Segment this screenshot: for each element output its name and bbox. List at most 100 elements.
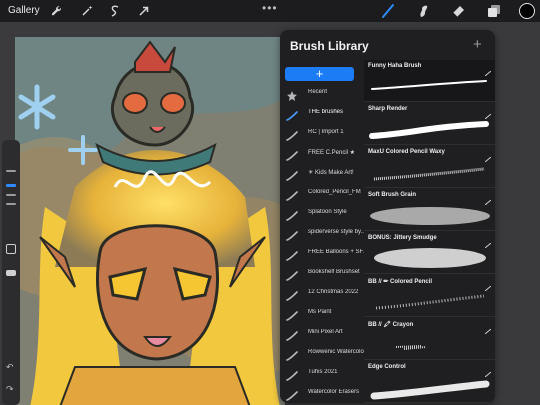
- procreate-app: Gallery ••• ↶ ↷ Brush Library + + Recent…: [0, 0, 540, 405]
- opacity-thumb[interactable]: [6, 270, 16, 276]
- brush-list: Funny Haha Brush Sharp Render MaxU Colored…: [364, 60, 495, 403]
- brush-set-icon: [286, 208, 298, 221]
- brush-stroke-preview: [366, 331, 492, 357]
- brush-item[interactable]: BB // 🖍 Crayon: [364, 318, 495, 360]
- brush-set-icon: [286, 368, 298, 381]
- brush-mini-stroke-icon: [484, 63, 492, 77]
- brush-name: BB // ✏ Colored Pencil: [368, 279, 433, 285]
- brush-set-item[interactable]: THE brushes: [280, 103, 364, 124]
- brush-library-title: Brush Library: [290, 39, 369, 53]
- brush-set-label: FREE Balloons + SFX: [308, 249, 364, 255]
- top-toolbar: Gallery •••: [0, 0, 540, 22]
- brush-size-slider[interactable]: ↶ ↷: [2, 140, 20, 405]
- brush-set-item[interactable]: 12 Christmas 2022: [280, 283, 364, 304]
- brush-set-label: Splatoon Style: [308, 209, 347, 215]
- brush-set-item[interactable]: Colored_Pencil_FM: [280, 183, 364, 204]
- color-picker-swatch[interactable]: [519, 3, 535, 19]
- brush-set-icon: [286, 348, 298, 361]
- undo-icon[interactable]: ↶: [6, 362, 14, 373]
- star-icon: [286, 88, 298, 101]
- brush-library-panel: Brush Library + + Recent THE brushes RC | …: [280, 30, 495, 403]
- brush-item[interactable]: Edge Control: [364, 361, 495, 403]
- brush-stroke-preview: [366, 288, 492, 314]
- transform-arrow-icon[interactable]: [137, 4, 151, 18]
- brush-name: Funny Haha Brush: [368, 63, 422, 69]
- brush-set-label: Watercolor Erasers: [308, 389, 360, 395]
- smudge-tool-icon[interactable]: [415, 3, 431, 19]
- brush-mini-stroke-icon: [484, 106, 492, 120]
- brush-set-item[interactable]: Bookshelf Brushset: [280, 263, 364, 284]
- brush-set-item[interactable]: FREE Balloons + SFX: [280, 243, 364, 264]
- slider-tick: [6, 170, 16, 172]
- brush-item[interactable]: BONUS: Jittery Smudge: [364, 232, 495, 274]
- brush-item[interactable]: Sharp Render: [364, 103, 495, 145]
- brush-mini-stroke-icon: [484, 235, 492, 249]
- brush-set-item[interactable]: Mini Pixel Art: [280, 323, 364, 344]
- brush-set-icon: [286, 128, 298, 141]
- brush-set-label: spiderverse style by...: [308, 229, 364, 235]
- brush-name: BB // 🖍 Crayon: [368, 322, 414, 328]
- brush-set-item[interactable]: FREE C.Pencil ★: [280, 143, 364, 164]
- slider-tick: [6, 194, 16, 196]
- brush-set-icon: [286, 288, 298, 301]
- brush-set-item[interactable]: Watercolor Erasers: [280, 383, 364, 403]
- brush-set-label: 12 Christmas 2022: [308, 289, 359, 295]
- brush-set-label: Rowwenic Watercolor: [308, 349, 364, 355]
- brush-item[interactable]: MaxU Colored Pencil Waxy: [364, 146, 495, 188]
- brush-mini-stroke-icon: [484, 278, 492, 292]
- brush-set-label: Bookshelf Brushset: [308, 269, 360, 275]
- brush-set-label: Mini Pixel Art: [308, 329, 343, 335]
- selection-icon[interactable]: [108, 4, 122, 18]
- more-menu-icon[interactable]: •••: [262, 1, 278, 15]
- brush-set-icon: [286, 308, 298, 321]
- brush-item[interactable]: BB // ✏ Colored Pencil: [364, 275, 495, 317]
- brush-set-icon: [286, 148, 298, 161]
- brush-set-icon: [286, 268, 298, 281]
- brush-mini-stroke-icon: [484, 321, 492, 335]
- brush-set-item[interactable]: ☀ Kids Make Art!: [280, 163, 364, 184]
- artwork-canvas[interactable]: [15, 37, 285, 405]
- eraser-tool-icon[interactable]: [450, 3, 466, 19]
- brush-set-item[interactable]: Splatoon Style: [280, 203, 364, 224]
- brush-size-thumb[interactable]: [6, 184, 16, 187]
- brush-set-item[interactable]: RC | Import 1: [280, 123, 364, 144]
- brush-set-icon: [286, 168, 298, 181]
- brush-item[interactable]: Funny Haha Brush: [364, 60, 495, 102]
- gallery-button[interactable]: Gallery: [8, 5, 40, 16]
- brush-set-item[interactable]: Tuhis 2021: [280, 363, 364, 384]
- brush-stroke-preview: [366, 374, 492, 400]
- brush-set-label: THE brushes: [308, 109, 344, 115]
- brush-stroke-preview: [366, 245, 492, 271]
- brush-set-item[interactable]: Rowwenic Watercolor: [280, 343, 364, 364]
- brush-set-list: Recent THE brushes RC | Import 1 FREE C.Pen…: [280, 83, 364, 403]
- brush-set-item[interactable]: Recent: [280, 83, 364, 104]
- brush-set-icon: [286, 188, 298, 201]
- brush-stroke-preview: [366, 73, 492, 99]
- brush-set-icon: [286, 248, 298, 261]
- brush-set-label: Ms Paint: [308, 309, 332, 315]
- new-brush-set-button[interactable]: +: [285, 67, 354, 81]
- redo-icon[interactable]: ↷: [6, 384, 14, 395]
- slider-tick: [6, 203, 16, 205]
- brush-mini-stroke-icon: [484, 364, 492, 378]
- brush-set-icon: [286, 388, 298, 401]
- canvas-area: ↶ ↷: [0, 22, 285, 405]
- brush-set-label: ☀ Kids Make Art!: [308, 170, 354, 176]
- magic-wand-icon[interactable]: [80, 4, 94, 18]
- brush-item[interactable]: Soft Brush Grain: [364, 189, 495, 231]
- brush-stroke-preview: [366, 116, 492, 142]
- import-brush-button[interactable]: +: [473, 36, 482, 53]
- brush-set-label: RC | Import 1: [308, 129, 344, 135]
- brush-tool-icon[interactable]: [380, 3, 396, 19]
- brush-set-item[interactable]: Ms Paint: [280, 303, 364, 324]
- brush-stroke-preview: [366, 159, 492, 185]
- brush-set-item[interactable]: spiderverse style by...: [280, 223, 364, 244]
- brush-mini-stroke-icon: [484, 149, 492, 163]
- wrench-icon[interactable]: [50, 4, 64, 18]
- modify-button[interactable]: [6, 244, 16, 254]
- brush-set-label: Tuhis 2021: [308, 369, 338, 375]
- layers-icon[interactable]: [486, 3, 502, 19]
- brush-set-icon: [286, 328, 298, 341]
- brush-set-label: FREE C.Pencil ★: [308, 150, 356, 156]
- brush-set-icon: [286, 108, 298, 121]
